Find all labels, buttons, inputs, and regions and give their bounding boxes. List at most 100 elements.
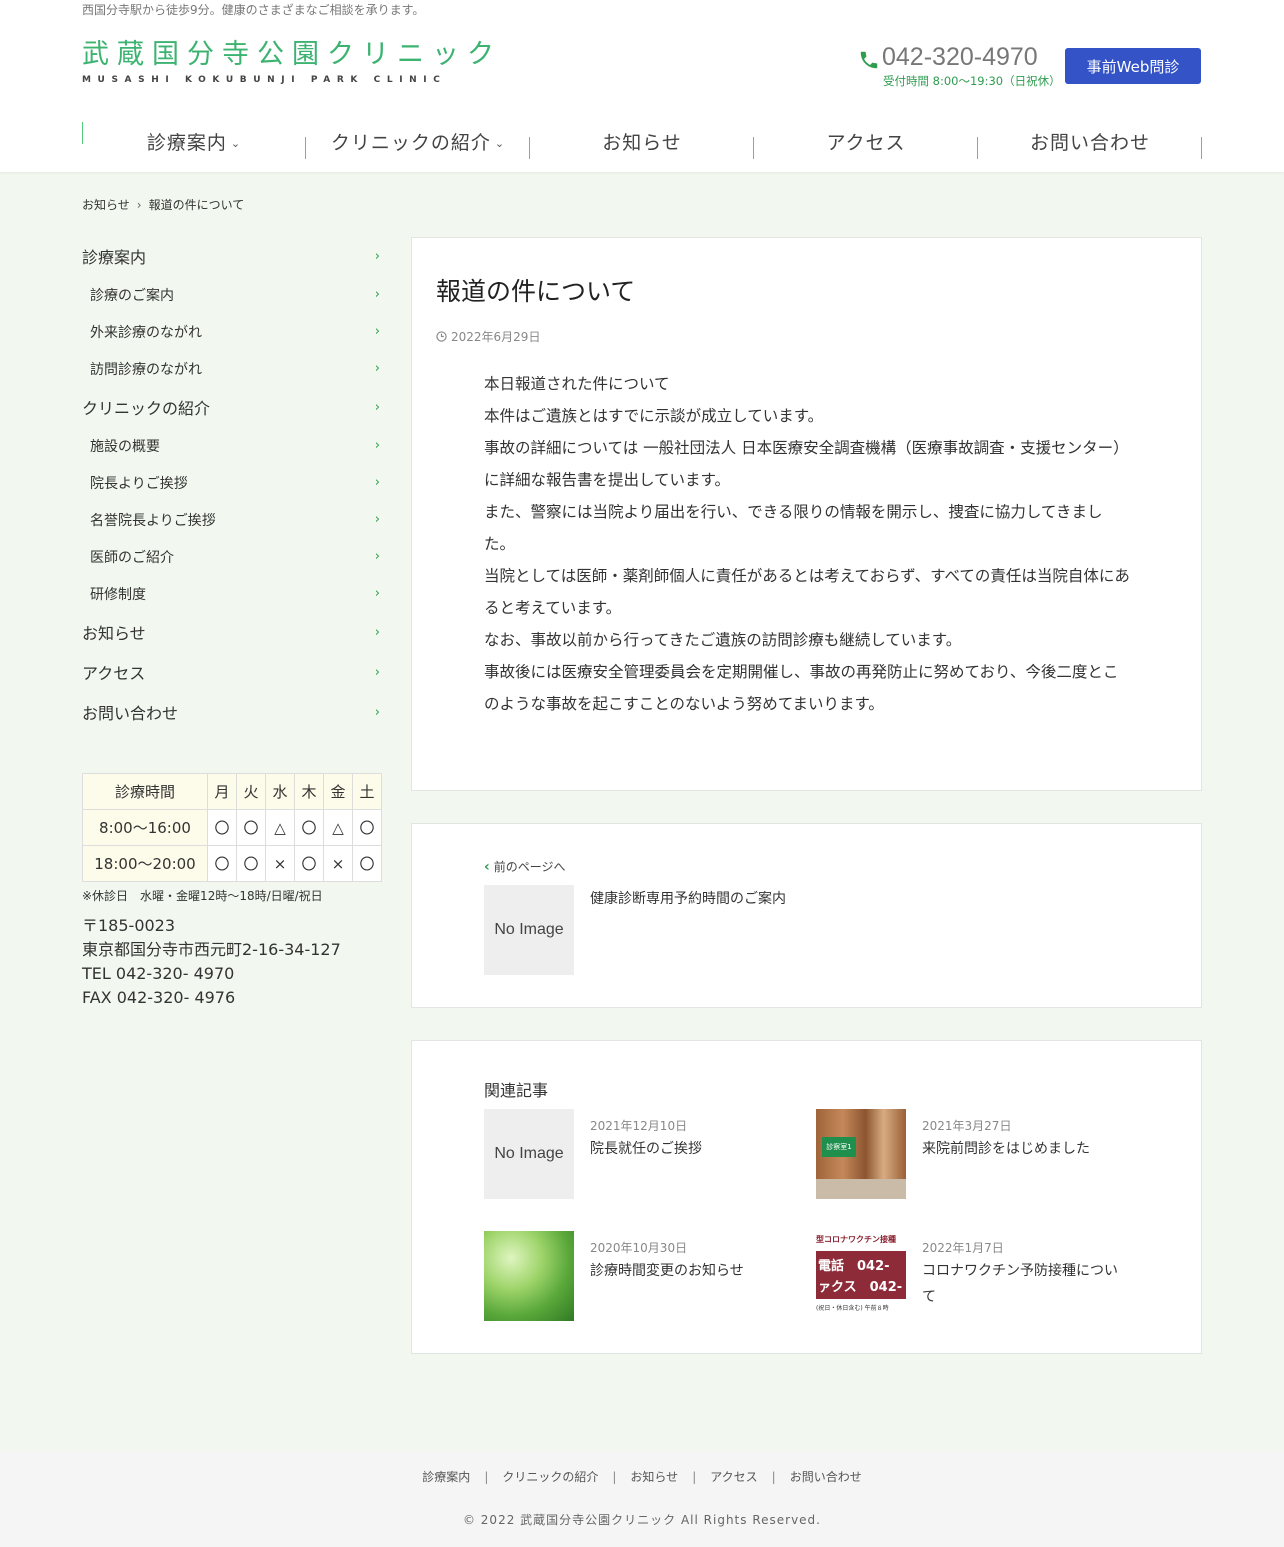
- footer-link-clinic-intro[interactable]: クリニックの紹介: [502, 1470, 598, 1484]
- related-title[interactable]: 来院前問診をはじめました: [922, 1136, 1122, 1162]
- related-date: 2021年12月10日: [590, 1119, 688, 1133]
- nav-item-news[interactable]: お知らせ: [530, 122, 754, 160]
- chevron-down-icon: ⌄: [494, 136, 506, 150]
- floor-shape: [816, 1179, 906, 1199]
- poster-line: 電話 042-: [818, 1259, 890, 1274]
- related-title[interactable]: 診療時間変更のお知らせ: [590, 1258, 790, 1284]
- sidebar-item-label: 研修制度: [90, 586, 146, 603]
- chevron-right-icon: ›: [374, 438, 380, 453]
- nav-item-contact[interactable]: お問い合わせ: [978, 122, 1202, 160]
- phone-number[interactable]: 042-320-4970: [882, 43, 1038, 72]
- sidebar-item[interactable]: 院長よりご挨拶 ›: [82, 464, 382, 501]
- related-title[interactable]: コロナワクチン予防接種について: [922, 1258, 1122, 1310]
- schedule-header-cell: 診療時間: [82, 773, 208, 810]
- sidebar-item-label: アクセス: [82, 664, 146, 683]
- sidebar-item[interactable]: 外来診療のながれ ›: [82, 313, 382, 350]
- article-date: 2022年6月29日: [436, 328, 540, 345]
- schedule-cell: 〇: [236, 845, 266, 882]
- schedule-cell: ×: [323, 845, 353, 882]
- nav-item-access[interactable]: アクセス: [754, 122, 978, 160]
- footer-link-medical-info[interactable]: 診療案内: [422, 1470, 470, 1484]
- sidebar-item[interactable]: アクセス ›: [82, 652, 382, 692]
- article-paragraph: 本件はご遺族とはすでに示談が成立しています。: [484, 407, 824, 425]
- sidebar-item[interactable]: 医師のご紹介 ›: [82, 538, 382, 575]
- sidebar-item-label: お知らせ: [82, 624, 146, 643]
- chevron-down-icon: ⌄: [230, 136, 242, 150]
- related-thumbnail-leaves[interactable]: [484, 1231, 574, 1321]
- sidebar-item-label: 医師のご紹介: [90, 549, 174, 566]
- poster-line: ァクス 042-: [818, 1280, 903, 1295]
- related-date: 2020年10月30日: [590, 1241, 688, 1255]
- site-logo[interactable]: 武蔵国分寺公園クリニック MUSASHI KOKUBUNJI PARK CLIN…: [82, 39, 502, 86]
- chevron-right-icon: ›: [374, 324, 380, 339]
- breadcrumb-link-news[interactable]: お知らせ: [82, 198, 130, 212]
- footer-link-contact[interactable]: お問い合わせ: [790, 1470, 862, 1484]
- address-zip: 〒185-0023: [82, 916, 176, 935]
- related-heading: 関連記事: [484, 1081, 549, 1100]
- sidebar-menu: 診療案内 › 診療のご案内 › 外来診療のながれ › 訪問診療のながれ › クリニックの紹介 › 施…: [82, 236, 382, 732]
- prev-page-link[interactable]: ‹ 前のページへ: [484, 858, 566, 875]
- schedule-cell: 〇: [294, 809, 324, 846]
- nav-item-clinic-intro[interactable]: クリニックの紹介 ⌄: [306, 122, 530, 160]
- site-footer: 診療案内 | クリニックの紹介 | お知らせ | アクセス | お問い合わせ © 2022 武蔵…: [0, 1451, 1284, 1547]
- footer-nav: 診療案内 | クリニックの紹介 | お知らせ | アクセス | お問い合わせ: [422, 1470, 862, 1484]
- chevron-left-icon: ‹: [484, 858, 490, 875]
- breadcrumb-current: 報道の件について: [148, 198, 245, 212]
- poster-line: (祝日・休日含む) 午前８時: [816, 1305, 889, 1312]
- prev-article-title[interactable]: 健康診断専用予約時間のご案内: [590, 886, 990, 912]
- sidebar-item-label: 訪問診療のながれ: [90, 361, 202, 378]
- web-questionnaire-button[interactable]: 事前Web問診: [1065, 48, 1201, 84]
- related-date: 2022年1月7日: [922, 1241, 1004, 1255]
- sidebar-item[interactable]: 訪問診療のながれ ›: [82, 350, 382, 387]
- schedule-cell: 〇: [294, 845, 324, 882]
- sidebar-item[interactable]: 研修制度 ›: [82, 575, 382, 612]
- sidebar-item[interactable]: お問い合わせ ›: [82, 692, 382, 732]
- sidebar-item[interactable]: 施設の概要 ›: [82, 427, 382, 464]
- sidebar-item[interactable]: 名誉院長よりご挨拶 ›: [82, 501, 382, 538]
- sidebar-item-label: 名誉院長よりご挨拶: [90, 512, 216, 529]
- chevron-right-icon: ›: [374, 475, 380, 490]
- article-body: 本日報道された件について 本件はご遺族とはすでに示談が成立しています。 事故の詳細に…: [484, 368, 1132, 720]
- room-sign: 診察室1: [822, 1137, 856, 1157]
- schedule-cell: △: [323, 809, 353, 846]
- sidebar-item-label: お問い合わせ: [82, 704, 179, 723]
- sidebar-item[interactable]: お知らせ ›: [82, 612, 382, 652]
- prev-page-card: ‹ 前のページへ No Image 健康診断専用予約時間のご案内: [411, 823, 1202, 1008]
- chevron-right-icon: ›: [374, 287, 380, 302]
- schedule-cell: ×: [265, 845, 295, 882]
- copyright: © 2022 武蔵国分寺公園クリニック All Rights Reserved.: [462, 1513, 821, 1527]
- schedule-row: 8:00〜16:00 〇 〇 △ 〇 △ 〇: [82, 809, 382, 846]
- article-paragraph: 事故後には医療安全管理委員会を定期開催し、事故の再発防止に努めており、今後二度と…: [484, 663, 1119, 713]
- article-paragraph: 事故の詳細については 一般社団法人 日本医療安全調査機構（医療事故調査・支援セン…: [484, 439, 1129, 489]
- footer-link-access[interactable]: アクセス: [710, 1470, 757, 1484]
- article-paragraph: 当院としては医師・薬剤師個人に責任があるとは考えておらず、すべての責任は当院自体…: [484, 567, 1130, 617]
- article-paragraph: なお、事故以前から行ってきたご遺族の訪問診療も継続しています。: [484, 631, 962, 649]
- related-thumbnail[interactable]: No Image: [484, 1109, 574, 1199]
- footer-link-news[interactable]: お知らせ: [630, 1470, 678, 1484]
- related-title[interactable]: 院長就任のご挨拶: [590, 1136, 790, 1162]
- address-line: 東京都国分寺市西元町2-16-34-127: [82, 940, 341, 959]
- related-thumbnail-poster[interactable]: 型コロナワクチン接種 電話 042- ァクス 042- (祝日・休日含む) 午前…: [816, 1231, 906, 1321]
- article-card: 報道の件について 2022年6月29日 本日報道された件について 本件はご遺族とは…: [411, 237, 1202, 791]
- sidebar-item-label: 診療案内: [82, 248, 147, 267]
- breadcrumb: お知らせ › 報道の件について: [82, 196, 244, 213]
- related-thumbnail-photo[interactable]: 診察室1: [816, 1109, 906, 1199]
- schedule-header-cell: 土: [352, 773, 382, 810]
- address-fax: FAX 042-320- 4976: [82, 988, 236, 1007]
- sidebar-item[interactable]: 診療案内 ›: [82, 236, 382, 276]
- article-date-text: 2022年6月29日: [451, 330, 541, 344]
- schedule-cell: 〇: [236, 809, 266, 846]
- schedule-cell: 〇: [207, 809, 237, 846]
- schedule-row: 18:00〜20:00 〇 〇 × 〇 × 〇: [82, 845, 382, 882]
- header-tagline: 西国分寺駅から徒歩9分。健康のさまざまなご相談を承ります。: [82, 3, 425, 17]
- site-header: 西国分寺駅から徒歩9分。健康のさまざまなご相談を承ります。 武蔵国分寺公園クリニ…: [0, 0, 1284, 172]
- reception-hours: 受付時間 8:00〜19:30（日祝休）: [883, 74, 1061, 88]
- sidebar-item[interactable]: 診療のご案内 ›: [82, 276, 382, 313]
- logo-japanese: 武蔵国分寺公園クリニック: [82, 39, 502, 70]
- sidebar-item[interactable]: クリニックの紹介 ›: [82, 387, 382, 427]
- nav-item-medical-info[interactable]: 診療案内 ⌄: [82, 122, 306, 160]
- nav-separator: [1201, 137, 1202, 159]
- schedule-cell: △: [265, 809, 295, 846]
- clock-icon: [436, 331, 447, 342]
- prev-thumbnail[interactable]: No Image: [484, 885, 574, 975]
